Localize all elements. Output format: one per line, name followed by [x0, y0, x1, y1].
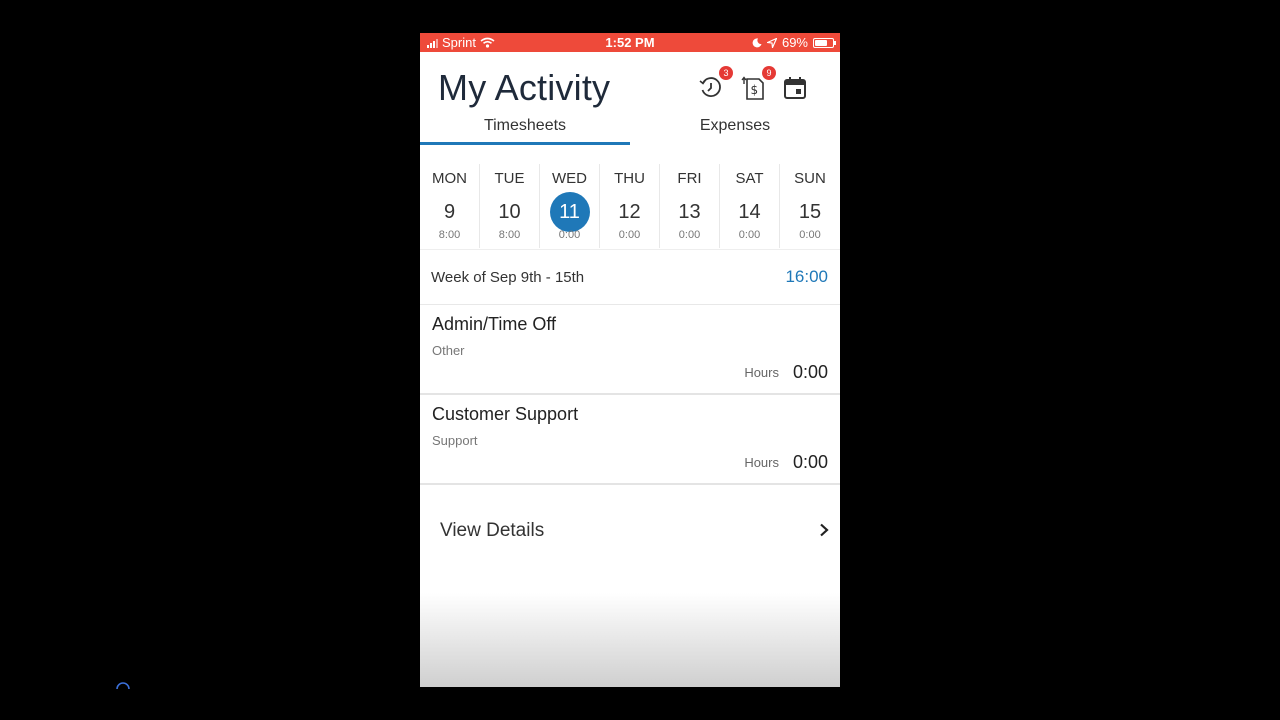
day-number: 12 [618, 201, 641, 223]
location-arrow-icon [766, 37, 777, 48]
day-name: FRI [677, 170, 702, 187]
day-hours: 8:00 [498, 229, 521, 241]
day-sun[interactable]: SUN 15 0:00 [780, 164, 840, 248]
day-number: 9 [443, 201, 456, 223]
activity-row-customer-support[interactable]: Customer Support Support Hours 0:00 [420, 395, 840, 485]
timesheet-history-icon[interactable]: 3 [698, 66, 733, 101]
day-wed[interactable]: WED 11 0:00 [540, 164, 600, 248]
activity-category: Other [432, 343, 465, 358]
day-number: 13 [678, 201, 701, 223]
activity-category: Support [432, 433, 478, 448]
svg-text:$: $ [751, 83, 759, 97]
status-right: 69% [752, 35, 836, 50]
day-hours: 0:00 [618, 229, 641, 241]
loading-arc-icon [116, 682, 130, 690]
tab-bar: Timesheets Expenses [420, 115, 840, 145]
tab-expenses[interactable]: Expenses [630, 115, 840, 145]
week-total-hours: 16:00 [785, 267, 828, 286]
day-sat[interactable]: SAT 14 0:00 [720, 164, 780, 248]
chevron-right-icon [820, 523, 829, 537]
day-hours: 0:00 [558, 229, 581, 241]
day-number-selected: 11 [549, 192, 590, 232]
page-title: My Activity [438, 67, 611, 108]
hours-value: 0:00 [792, 452, 828, 472]
timesheet-badge: 3 [719, 66, 733, 80]
day-hours: 0:00 [799, 229, 821, 241]
day-name: MON [432, 170, 467, 187]
day-number: 10 [498, 201, 521, 223]
expense-badge: 9 [762, 66, 776, 80]
battery-icon [813, 37, 836, 48]
calendar-icon[interactable] [782, 75, 808, 101]
day-mon[interactable]: MON 9 8:00 [420, 164, 480, 248]
day-number: 15 [798, 201, 822, 223]
video-frame: Sprint 1:52 PM 69% My Activity 3 $ 9 Tim… [0, 0, 1280, 720]
activity-row-admin-time-off[interactable]: Admin/Time Off Other Hours 0:00 [420, 305, 840, 395]
phone-screen: Sprint 1:52 PM 69% My Activity 3 $ 9 Tim… [420, 33, 840, 687]
day-name: THU [614, 170, 645, 187]
day-hours: 0:00 [678, 229, 701, 241]
tab-timesheets[interactable]: Timesheets [420, 115, 630, 145]
status-bar: Sprint 1:52 PM 69% [420, 33, 840, 52]
battery-percent: 69% [781, 35, 808, 50]
day-hours: 8:00 [438, 229, 461, 241]
day-name: SAT [735, 170, 764, 187]
activity-name: Admin/Time Off [432, 314, 557, 334]
bottom-fade [420, 593, 840, 687]
week-day-selector: MON 9 8:00 TUE 10 8:00 WED 11 0:00 THU 1… [420, 164, 840, 248]
day-tue[interactable]: TUE 10 8:00 [480, 164, 540, 248]
day-name: SUN [794, 170, 826, 187]
moon-icon [752, 37, 762, 47]
view-details-label: View Details [440, 520, 545, 541]
week-summary: Week of Sep 9th - 15th 16:00 [420, 249, 840, 305]
day-thu[interactable]: THU 12 0:00 [600, 164, 660, 248]
expense-history-icon[interactable]: $ 9 [741, 66, 776, 101]
day-number: 14 [738, 201, 761, 223]
view-details-button[interactable]: View Details [420, 505, 840, 555]
day-name: TUE [494, 170, 525, 187]
activity-name: Customer Support [432, 404, 579, 424]
day-name: WED [552, 170, 587, 187]
hours-label: Hours [744, 365, 779, 380]
week-label: Week of Sep 9th - 15th [431, 269, 585, 286]
day-hours: 0:00 [738, 229, 761, 241]
hours-label: Hours [744, 455, 779, 470]
day-fri[interactable]: FRI 13 0:00 [660, 164, 720, 248]
hours-value: 0:00 [792, 362, 828, 382]
